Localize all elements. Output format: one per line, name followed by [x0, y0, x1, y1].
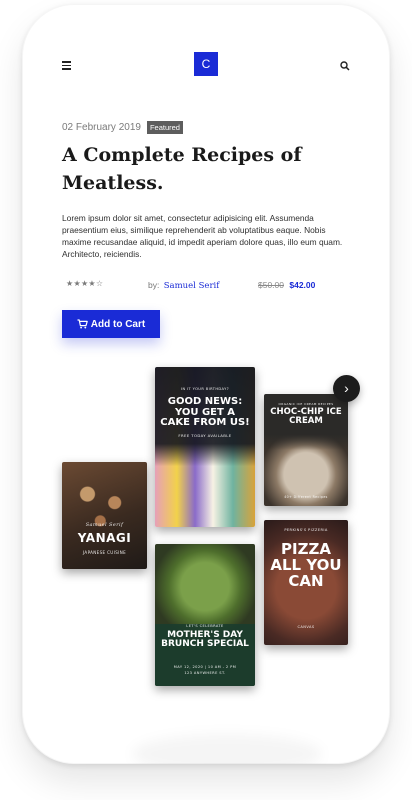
search-icon[interactable]	[339, 59, 351, 71]
book-subtitle: FREE TODAY AVAILABLE	[178, 433, 232, 438]
book-title: PIZZA ALL YOU CAN	[270, 540, 342, 590]
post-meta: 02 February 2019 Featured	[62, 121, 183, 134]
cart-icon	[77, 319, 88, 329]
add-to-cart-label: Add to Cart	[90, 318, 146, 330]
book-subtitle: MAY 12, 2020 | 10 AM - 2 PM	[173, 665, 237, 669]
book-author: Samuel Serif	[85, 522, 124, 528]
new-price: $42.00	[289, 280, 316, 290]
book-title: CHOC-CHIP ICE CREAM	[270, 407, 342, 426]
featured-badge: Featured	[146, 121, 183, 134]
book-cover-yanagi[interactable]: Samuel Serif YANAGI JAPANESE CUISINE	[62, 462, 147, 569]
book-cover-pizza[interactable]: PERKINS'S PIZZERIA PIZZA ALL YOU CAN CAN…	[264, 520, 348, 645]
book-cover-cake[interactable]: IN IT YOUR BIRTHDAY? GOOD NEWS: YOU GET …	[155, 367, 255, 527]
phone-frame: C 02 February 2019 Featured A Complete R…	[22, 4, 390, 764]
book-subtitle: JAPANESE CUISINE	[82, 550, 127, 555]
book-title: GOOD NEWS: YOU GET A CAKE FROM US!	[160, 396, 250, 428]
author-prefix: by:	[148, 280, 160, 290]
book-kicker: ORGANIC ICE CREAM RECIPES	[278, 402, 334, 406]
post-title: A Complete Recipes of Meatless.	[62, 144, 302, 194]
phone-bottom-glow	[132, 734, 322, 764]
book-kicker: IN IT YOUR BIRTHDAY?	[180, 387, 230, 391]
author: by: Samuel Serif	[148, 280, 219, 291]
carousel-next-button[interactable]: ›	[333, 375, 360, 402]
book-kicker: LET'S CELEBRATE	[186, 624, 224, 628]
book-title: YANAGI	[77, 531, 132, 545]
book-title: MOTHER'S DAY BRUNCH SPECIAL	[161, 630, 249, 650]
hamburger-icon[interactable]	[62, 61, 71, 70]
post-date: 02 February 2019	[62, 122, 141, 133]
old-price: $50.00	[258, 280, 284, 290]
book-cover-ice-cream[interactable]: ORGANIC ICE CREAM RECIPES CHOC-CHIP ICE …	[264, 394, 348, 506]
author-name-link[interactable]: Samuel Serif	[164, 281, 220, 291]
add-to-cart-button[interactable]: Add to Cart	[62, 310, 160, 338]
book-footer: 123 ANYWHERE ST.	[184, 671, 226, 675]
book-subtitle: CANVAS	[297, 625, 315, 629]
book-cover-brunch[interactable]: LET'S CELEBRATE MOTHER'S DAY BRUNCH SPEC…	[155, 544, 255, 686]
book-kicker: PERKINS'S PIZZERIA	[284, 528, 328, 532]
price: $50.00 $42.00	[258, 280, 315, 290]
rating-stars: ★★★★☆	[66, 279, 104, 288]
chevron-right-icon: ›	[344, 380, 349, 396]
book-subtitle: 40+ Different Recipes	[284, 495, 328, 499]
brand-logo[interactable]: C	[194, 52, 218, 76]
post-description: Lorem ipsum dolor sit amet, consectetur …	[62, 213, 343, 259]
